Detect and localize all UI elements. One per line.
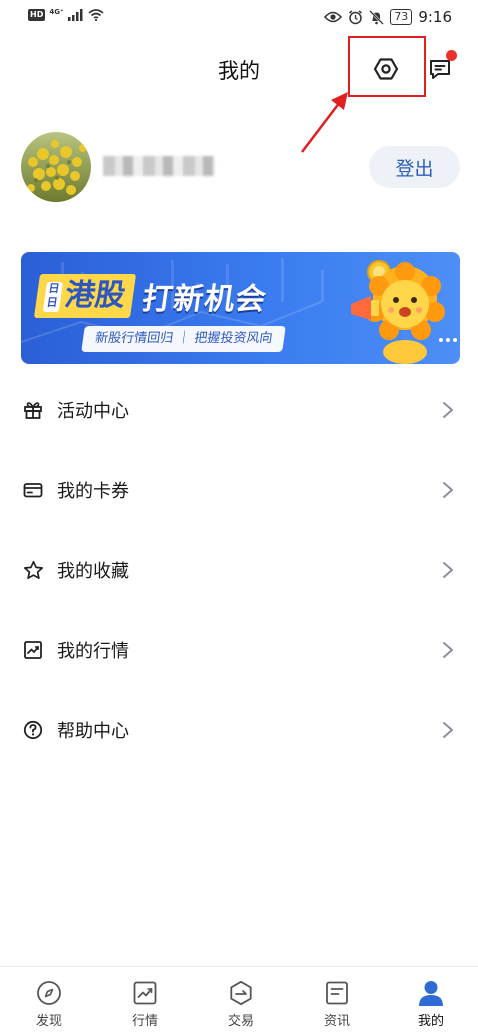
notification-dot <box>446 50 457 61</box>
network-type: 4G⁺ <box>49 8 64 16</box>
battery-indicator: 73 <box>390 9 413 25</box>
gift-icon <box>22 399 44 421</box>
alarm-icon <box>349 9 363 24</box>
screen: HD 4G⁺ 73 9:16 我的 登出 日日 港股 打新机会 新股行情回归 ｜… <box>0 0 478 1035</box>
news-icon <box>323 979 351 1007</box>
help-icon <box>22 719 44 741</box>
menu-item-my-favorites[interactable]: 我的收藏 <box>0 530 478 610</box>
banner-subtitle: 新股行情回归 ｜ 把握投资风向 <box>81 326 287 352</box>
promo-banner[interactable]: 日日 港股 打新机会 新股行情回归 ｜ 把握投资风向 <box>21 252 460 364</box>
menu-item-my-market[interactable]: 我的行情 <box>0 610 478 690</box>
menu-item-label: 我的行情 <box>57 641 129 662</box>
profile-icon <box>417 979 445 1007</box>
star-icon <box>22 559 44 581</box>
menu-item-activity-center[interactable]: 活动中心 <box>0 370 478 450</box>
hd-badge: HD <box>28 9 46 21</box>
nav-tab-mine[interactable]: 我的 <box>383 967 478 1035</box>
menu-item-label: 我的卡券 <box>57 481 129 502</box>
banner-title: 日日 港股 打新机会 <box>33 274 270 318</box>
chart-icon <box>22 639 44 661</box>
status-bar: HD 4G⁺ 73 9:16 <box>0 0 478 34</box>
chevron-right-icon <box>443 562 453 578</box>
bottom-nav: 发现 行情 交易 资讯 我的 <box>0 966 478 1035</box>
nav-tab-news[interactable]: 资讯 <box>289 967 385 1035</box>
nav-label: 发现 <box>35 1014 62 1029</box>
clock: 9:16 <box>418 8 452 26</box>
nav-tab-discover[interactable]: 发现 <box>1 967 97 1035</box>
nav-tab-trade[interactable]: 交易 <box>193 967 289 1035</box>
menu-item-label: 活动中心 <box>57 401 129 422</box>
signal-icon <box>67 9 83 21</box>
nav-label: 资讯 <box>323 1014 350 1029</box>
profile-section: 登出 <box>0 128 478 208</box>
logout-button[interactable]: 登出 <box>369 146 460 188</box>
compass-icon <box>35 979 63 1007</box>
card-icon <box>22 479 44 501</box>
chevron-right-icon <box>443 402 453 418</box>
chevron-right-icon <box>443 642 453 658</box>
banner-title-highlight-text: 港股 <box>62 278 128 313</box>
chevron-right-icon <box>443 722 453 738</box>
wifi-icon <box>88 9 104 21</box>
market-icon <box>131 979 159 1007</box>
menu-item-label: 我的收藏 <box>57 561 129 582</box>
banner-title-highlight: 日日 港股 <box>33 274 137 318</box>
trade-icon <box>227 979 255 1007</box>
avatar-image <box>21 132 91 202</box>
banner-title-rest: 打新机会 <box>140 282 269 317</box>
nav-tab-market[interactable]: 行情 <box>97 967 193 1035</box>
username-blurred <box>103 156 215 176</box>
nav-label: 交易 <box>227 1014 254 1029</box>
message-icon <box>430 60 450 79</box>
avatar[interactable] <box>21 132 91 202</box>
status-left: HD 4G⁺ <box>28 8 104 21</box>
status-right: 73 9:16 <box>324 8 452 26</box>
menu-item-label: 帮助中心 <box>57 721 129 742</box>
menu-item-my-coupons[interactable]: 我的卡券 <box>0 450 478 530</box>
highlight-box <box>348 36 426 97</box>
lion-mascot-icon <box>351 260 457 364</box>
mute-icon <box>369 9 385 25</box>
eye-icon <box>324 11 343 23</box>
banner-daily-icon: 日日 <box>42 281 64 312</box>
nav-label: 行情 <box>131 1014 158 1029</box>
chevron-right-icon <box>443 482 453 498</box>
nav-label: 我的 <box>417 1014 444 1029</box>
menu-item-help-center[interactable]: 帮助中心 <box>0 690 478 770</box>
